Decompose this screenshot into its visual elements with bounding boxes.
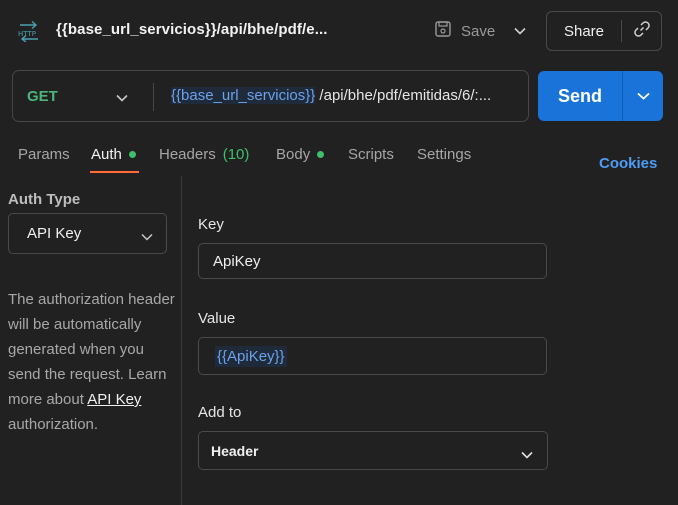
svg-text:HTTP: HTTP	[18, 30, 36, 38]
tab-headers[interactable]: Headers (10)	[159, 146, 249, 163]
value-input[interactable]: {{ApiKey}}	[198, 337, 547, 375]
auth-sidebar: Auth Type API Key The authorization head…	[0, 176, 182, 505]
request-header: HTTP {{base_url_servicios}}/api/bhe/pdf/…	[0, 0, 678, 62]
chevron-down-icon	[141, 228, 153, 245]
tab-params[interactable]: Params	[18, 146, 70, 163]
link-icon	[633, 20, 651, 43]
chevron-down-icon	[521, 446, 533, 462]
method-select[interactable]: GET	[27, 88, 58, 105]
active-tab-indicator	[90, 171, 139, 173]
api-key-help-link[interactable]: API Key	[87, 391, 141, 408]
send-button[interactable]: Send	[538, 71, 622, 121]
auth-type-label: Auth Type	[8, 191, 81, 208]
key-value: ApiKey	[213, 252, 261, 270]
auth-type-select[interactable]: API Key	[8, 213, 167, 254]
tab-scripts[interactable]: Scripts	[348, 146, 394, 163]
send-group: Send	[538, 71, 663, 121]
tab-label: Auth	[91, 146, 122, 163]
share-button[interactable]: Share	[547, 23, 621, 40]
request-tabs: Params Auth Headers (10) Body Scripts Se…	[0, 142, 678, 176]
chevron-down-icon	[636, 87, 650, 105]
tab-label: Scripts	[348, 146, 394, 163]
save-icon	[434, 20, 452, 42]
status-dot	[317, 151, 325, 158]
url-variable: {{base_url_servicios}}	[171, 87, 316, 104]
add-to-select[interactable]: Header	[198, 431, 548, 470]
request-title[interactable]: {{base_url_servicios}}/api/bhe/pdf/e...	[56, 21, 328, 38]
status-dot	[128, 151, 136, 158]
chevron-down-icon	[514, 22, 526, 40]
add-to-label: Add to	[198, 404, 242, 421]
save-options-button[interactable]	[506, 12, 534, 50]
send-options-button[interactable]	[623, 71, 663, 121]
cookies-link[interactable]: Cookies	[599, 155, 657, 172]
tab-label: Body	[276, 146, 311, 163]
help-suffix: authorization.	[8, 416, 99, 433]
url-path: /api/bhe/pdf/emitidas/6/:...	[315, 87, 492, 104]
save-button[interactable]: Save	[426, 12, 506, 50]
copy-link-button[interactable]	[622, 12, 661, 50]
tab-body[interactable]: Body	[276, 146, 325, 163]
add-to-value: Header	[211, 442, 259, 459]
url-bar: GET {{base_url_servicios}} /api/bhe/pdf/…	[12, 70, 529, 122]
tab-auth[interactable]: Auth	[91, 146, 136, 163]
save-label: Save	[461, 22, 496, 40]
share-group: Share	[546, 11, 662, 51]
tab-label: Params	[18, 146, 70, 163]
key-input[interactable]: ApiKey	[198, 243, 547, 279]
key-label: Key	[198, 216, 224, 233]
auth-help-text: The authorization header will be automat…	[8, 287, 178, 437]
tab-settings[interactable]: Settings	[417, 146, 471, 163]
tab-label: Headers	[159, 146, 216, 163]
value-variable: {{ApiKey}}	[215, 345, 287, 367]
tab-label: Settings	[417, 146, 472, 163]
auth-type-value: API Key	[27, 225, 82, 242]
url-input[interactable]: {{base_url_servicios}} /api/bhe/pdf/emit…	[171, 87, 521, 104]
header-count-badge: (10)	[222, 146, 250, 163]
value-label: Value	[198, 310, 236, 327]
http-icon: HTTP	[17, 20, 41, 43]
divider	[153, 83, 154, 111]
chevron-down-icon[interactable]	[116, 89, 128, 107]
